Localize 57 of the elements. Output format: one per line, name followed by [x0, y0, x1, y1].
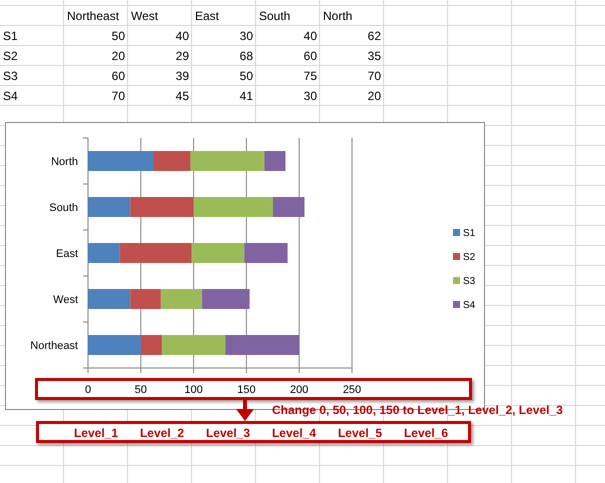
- level-label: Level_6: [404, 426, 448, 440]
- table-cell: 70: [368, 70, 381, 82]
- legend-label: S4: [463, 300, 476, 311]
- column-header: West: [131, 10, 158, 22]
- level-label: Level_5: [338, 426, 382, 440]
- row-header: S4: [3, 90, 18, 102]
- bar: [88, 289, 130, 309]
- axis-tick-label: 0: [84, 384, 92, 396]
- table-cell: 60: [304, 50, 317, 62]
- bar: [130, 289, 161, 309]
- legend-label: S1: [463, 228, 476, 239]
- table-cell: 40: [304, 30, 317, 42]
- table-cell: 60: [112, 70, 125, 82]
- table-cell: 20: [368, 90, 381, 102]
- row-header: S1: [3, 30, 18, 42]
- table-cell: 62: [368, 30, 381, 42]
- table-cell: 50: [240, 70, 253, 82]
- table-cell: 70: [112, 90, 125, 102]
- axis-tick-label: 250: [342, 384, 362, 396]
- row-header: S2: [3, 50, 18, 62]
- table-cell: 20: [112, 50, 125, 62]
- column-header: South: [259, 10, 290, 22]
- legend-label: S3: [463, 276, 476, 287]
- legend-label: S2: [463, 252, 476, 263]
- table-cell: 75: [304, 70, 317, 82]
- table-cell: 39: [176, 70, 189, 82]
- bar: [160, 289, 202, 309]
- column-header: East: [195, 10, 220, 22]
- axis-tick-label: 50: [134, 384, 147, 396]
- level-label: Level_2: [140, 426, 184, 440]
- category-label: South: [49, 202, 78, 214]
- table-cell: 50: [112, 30, 125, 42]
- table-cell: 68: [240, 50, 253, 62]
- category-label: West: [53, 294, 78, 306]
- bar: [192, 243, 244, 263]
- table-cell: 41: [240, 90, 253, 102]
- table-cell: 40: [176, 30, 189, 42]
- level-label: Level_1: [74, 426, 118, 440]
- level-label: Level_4: [272, 426, 316, 440]
- level-label: Level_3: [206, 426, 250, 440]
- annotation-text: Change 0, 50, 100, 150 to Level_1, Level_2, Level_3: [272, 403, 563, 417]
- table-cell: 29: [176, 50, 189, 62]
- axis-tick-label: 200: [290, 384, 308, 396]
- table-cell: 35: [368, 50, 381, 62]
- axis-tick-label: 100: [184, 384, 203, 396]
- table-cell: 45: [176, 90, 189, 102]
- axis-tick-label: 150: [237, 384, 256, 396]
- row-header: S3: [3, 70, 18, 82]
- category-label: North: [51, 156, 78, 168]
- category-label: Northeast: [30, 340, 78, 352]
- category-label: East: [56, 248, 78, 260]
- bar: [244, 243, 288, 263]
- table-cell: 30: [304, 90, 317, 102]
- column-header: North: [323, 10, 352, 22]
- table-cell: 30: [240, 30, 253, 42]
- column-header: Northeast: [67, 10, 120, 22]
- bar: [202, 289, 250, 309]
